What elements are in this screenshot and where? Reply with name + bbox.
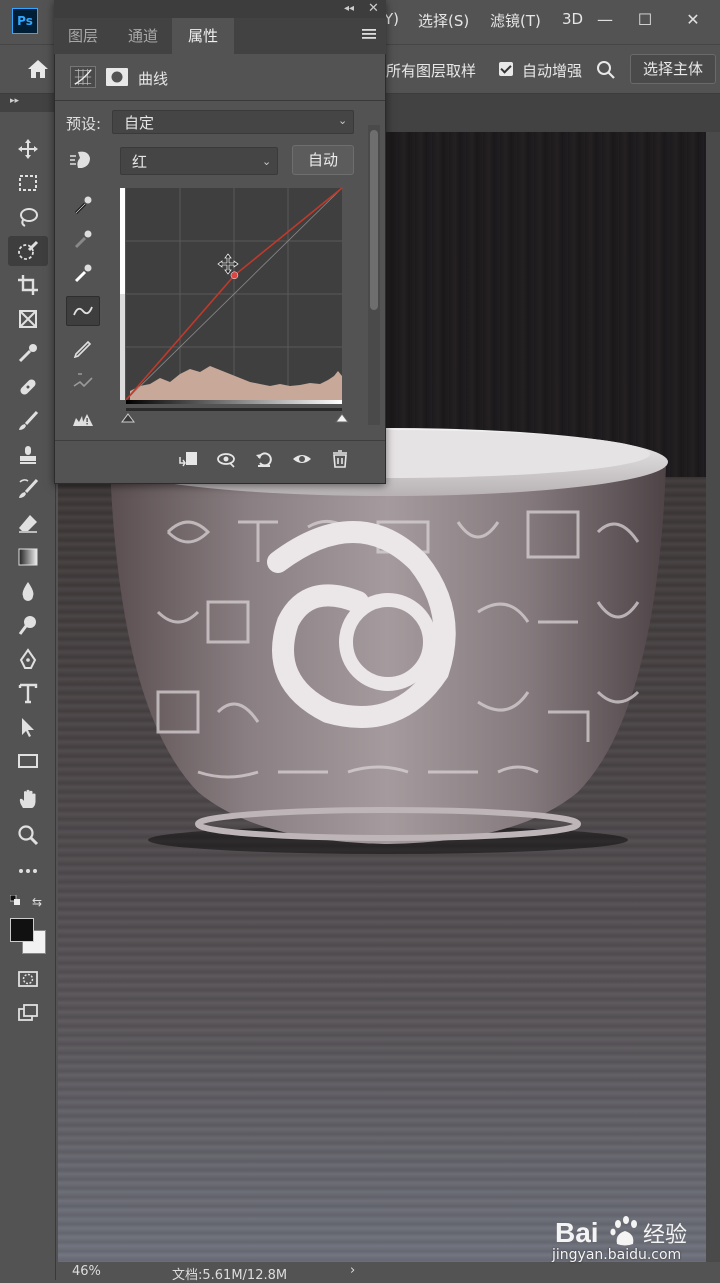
- marquee-tool-icon[interactable]: [8, 168, 48, 198]
- menu-item-select-partial[interactable]: Y): [384, 10, 399, 28]
- trash-icon[interactable]: [326, 446, 354, 472]
- status-menu-arrow[interactable]: ›: [350, 1263, 355, 1278]
- adjustment-title: 曲线: [138, 70, 169, 88]
- collapse-toolbar-icon[interactable]: ▸▸: [10, 96, 19, 106]
- view-previous-state-icon[interactable]: [212, 446, 240, 472]
- curve-control-point: [230, 271, 239, 280]
- pen-tool-icon[interactable]: [8, 644, 48, 674]
- close-icon[interactable]: ✕: [678, 6, 708, 34]
- preset-label: 预设:: [66, 115, 102, 133]
- panel-menu-icon[interactable]: [362, 28, 376, 40]
- visibility-eye-icon[interactable]: [288, 446, 316, 472]
- quick-mask-icon[interactable]: [8, 964, 48, 994]
- status-bar: [58, 1262, 720, 1280]
- eyedropper-tool-icon[interactable]: [8, 338, 48, 368]
- photoshop-logo: Ps: [12, 8, 38, 34]
- panel-close-icon[interactable]: ✕: [368, 1, 379, 16]
- gradient-tool-icon[interactable]: [8, 542, 48, 572]
- document-size: 文档:5.61M/12.8M: [172, 1268, 288, 1283]
- search-icon[interactable]: [596, 60, 616, 80]
- path-selection-icon[interactable]: [8, 712, 48, 742]
- clip-to-layer-icon[interactable]: [174, 446, 202, 472]
- channel-value: 红: [132, 153, 148, 171]
- hand-tool-icon[interactable]: [8, 784, 48, 814]
- auto-enhance-checkbox[interactable]: [499, 62, 513, 76]
- curves-adjustment-icon[interactable]: [70, 66, 96, 88]
- swap-colors-icon[interactable]: ⇆: [32, 895, 42, 909]
- crop-tool-icon[interactable]: [8, 270, 48, 300]
- auto-enhance-label[interactable]: 自动增强: [522, 60, 582, 81]
- quick-selection-tool-icon[interactable]: [8, 236, 48, 266]
- watermark-url: jingyan.baidu.com: [552, 1247, 682, 1263]
- history-brush-icon[interactable]: [8, 474, 48, 504]
- black-point-eyedropper-icon[interactable]: [66, 190, 100, 220]
- smooth-curve-icon[interactable]: [66, 366, 100, 396]
- svg-text:Bai: Bai: [555, 1217, 599, 1248]
- lasso-tool-icon[interactable]: [8, 202, 48, 232]
- screen-mode-icon[interactable]: [8, 998, 48, 1028]
- menu-item-filter[interactable]: 滤镜(T): [490, 10, 541, 31]
- blur-tool-icon[interactable]: [8, 576, 48, 606]
- tab-properties[interactable]: 属性: [172, 18, 234, 54]
- panel-collapse-icon[interactable]: ◂◂: [344, 3, 354, 14]
- select-subject-button[interactable]: 选择主体: [630, 54, 716, 84]
- layer-mask-icon[interactable]: [104, 66, 130, 88]
- home-icon[interactable]: [26, 58, 50, 80]
- clone-stamp-icon[interactable]: [8, 440, 48, 470]
- baidu-jingyan-logo: Bai 经验: [555, 1216, 687, 1248]
- preset-value: 自定: [124, 114, 155, 132]
- chevron-down-icon: ⌄: [262, 155, 272, 168]
- brush-tool-icon[interactable]: [8, 406, 48, 436]
- svg-text:经验: 经验: [643, 1223, 687, 1248]
- panel-title-strip: [54, 0, 386, 18]
- scrollbar-thumb[interactable]: [370, 130, 378, 310]
- menu-item-3d[interactable]: 3D: [562, 10, 583, 28]
- healing-brush-icon[interactable]: [8, 372, 48, 402]
- tab-layers[interactable]: 图层: [56, 18, 110, 54]
- menu-item-select[interactable]: 选择(S): [418, 10, 469, 31]
- pencil-draw-icon[interactable]: [66, 332, 100, 362]
- clipping-warning-icon[interactable]: [66, 404, 100, 434]
- gray-point-eyedropper-icon[interactable]: [66, 224, 100, 254]
- zoom-tool-icon[interactable]: [8, 820, 48, 850]
- type-tool-icon[interactable]: [8, 678, 48, 708]
- white-point-eyedropper-icon[interactable]: [66, 258, 100, 288]
- reset-icon[interactable]: [250, 446, 278, 472]
- foreground-color-swatch[interactable]: [10, 918, 34, 942]
- curves-graph[interactable]: [120, 186, 346, 406]
- edit-points-curve-icon[interactable]: [66, 296, 100, 326]
- rectangle-tool-icon[interactable]: [8, 746, 48, 776]
- tab-channels[interactable]: 通道: [114, 18, 172, 54]
- move-tool-icon[interactable]: [8, 134, 48, 164]
- eraser-tool-icon[interactable]: [8, 508, 48, 538]
- more-tools-icon[interactable]: [8, 856, 48, 886]
- zoom-level[interactable]: 46%: [72, 1264, 101, 1279]
- auto-button[interactable]: 自动: [292, 145, 354, 175]
- frame-tool-icon[interactable]: [8, 304, 48, 334]
- minimize-icon[interactable]: —: [590, 6, 620, 34]
- chevron-down-icon: ⌄: [338, 114, 348, 127]
- targeted-adjustment-icon[interactable]: [68, 148, 96, 172]
- maximize-icon[interactable]: ☐: [630, 6, 660, 34]
- dodge-tool-icon[interactable]: [8, 610, 48, 640]
- input-sliders[interactable]: [120, 408, 352, 428]
- default-colors-icon[interactable]: [10, 895, 20, 905]
- sample-all-layers-label[interactable]: 所有图层取样: [386, 60, 476, 81]
